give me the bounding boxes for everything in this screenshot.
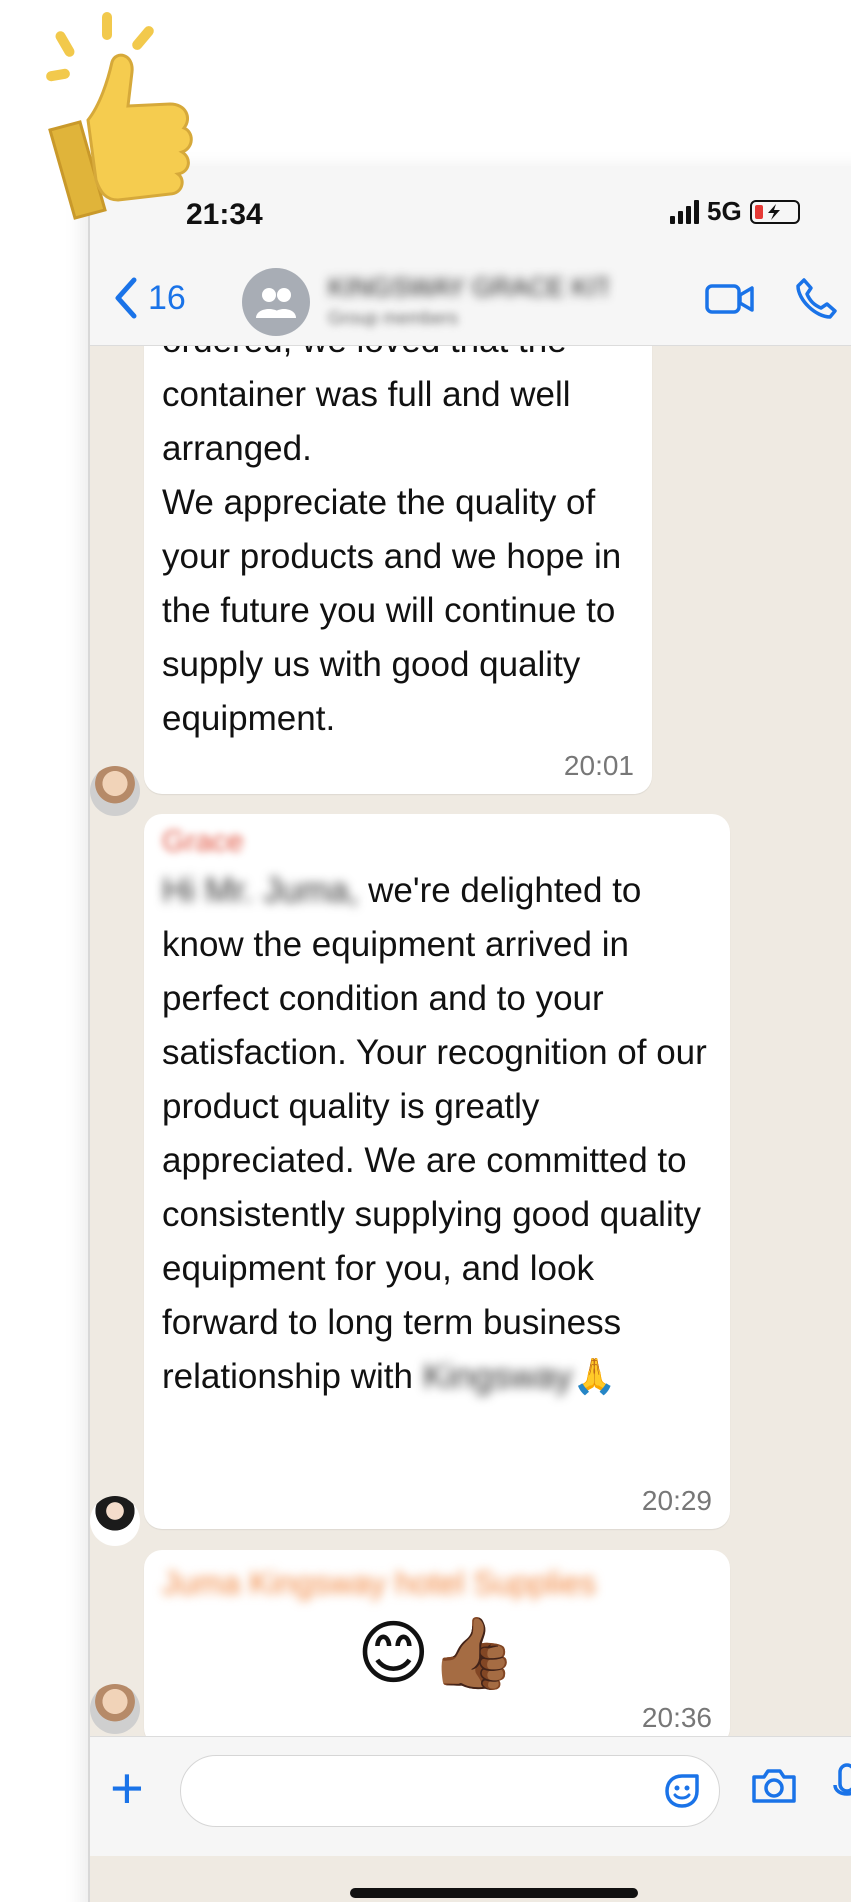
video-call-icon[interactable] <box>704 278 756 323</box>
back-button[interactable]: 16 <box>112 276 186 320</box>
message-text: ordered, we loved that the container was… <box>162 346 622 738</box>
company-name: Kingsway <box>422 1357 573 1396</box>
greeting-text: Hi Mr. Juma, <box>162 871 359 910</box>
composer-bar: + <box>90 1736 851 1856</box>
sender-name: Grace <box>162 825 244 858</box>
phone-screen: 21:34 5G 16 KINGSWAY GRACE KIT... Group … <box>88 168 851 1902</box>
phone-call-icon[interactable] <box>794 276 838 325</box>
chat-title[interactable]: KINGSWAY GRACE KIT... <box>328 272 608 303</box>
avatar[interactable] <box>90 1496 140 1546</box>
message-time: 20:29 <box>641 1485 712 1516</box>
chat-subtitle: Group members <box>328 308 459 328</box>
camera-icon[interactable] <box>750 1765 798 1810</box>
message-text: Hi Mr. Juma, we're delighted to know the… <box>162 864 712 1404</box>
status-indicators: 5G <box>670 196 800 227</box>
message-bubble[interactable]: Grace Hi Mr. Juma, we're delighted to kn… <box>144 814 730 1529</box>
message-body: we're delighted to know the equipment ar… <box>162 871 717 1396</box>
emoji-message: 😊👍🏾 <box>356 1614 518 1692</box>
back-chevron-icon <box>115 277 137 319</box>
sender-name: Juma Kingsway hotel Supplies <box>162 1565 597 1601</box>
group-avatar-icon[interactable] <box>242 268 310 336</box>
message-bubble[interactable]: ordered, we loved that the container was… <box>144 346 652 794</box>
message-time: 20:36 <box>641 1702 712 1733</box>
message-input[interactable] <box>180 1755 720 1827</box>
plus-icon[interactable]: + <box>110 1759 144 1819</box>
home-indicator[interactable] <box>350 1888 638 1898</box>
battery-icon <box>749 199 800 224</box>
message-list[interactable]: ordered, we loved that the container was… <box>90 346 851 1736</box>
unread-count: 16 <box>148 278 186 317</box>
signal-icon <box>670 199 699 224</box>
thumbs-up-sticker-icon <box>30 10 230 250</box>
chat-header: 16 KINGSWAY GRACE KIT... Group members <box>90 256 851 346</box>
avatar[interactable] <box>90 766 140 816</box>
network-type: 5G <box>707 196 742 226</box>
sticker-icon[interactable] <box>661 1770 703 1817</box>
mic-icon[interactable] <box>832 1761 851 1814</box>
message-bubble[interactable]: Juma Kingsway hotel Supplies 😊👍🏾 20:36 <box>144 1550 730 1736</box>
message-time: 20:01 <box>563 750 634 781</box>
pray-emoji: 🙏 <box>572 1357 617 1396</box>
avatar[interactable] <box>90 1684 140 1734</box>
